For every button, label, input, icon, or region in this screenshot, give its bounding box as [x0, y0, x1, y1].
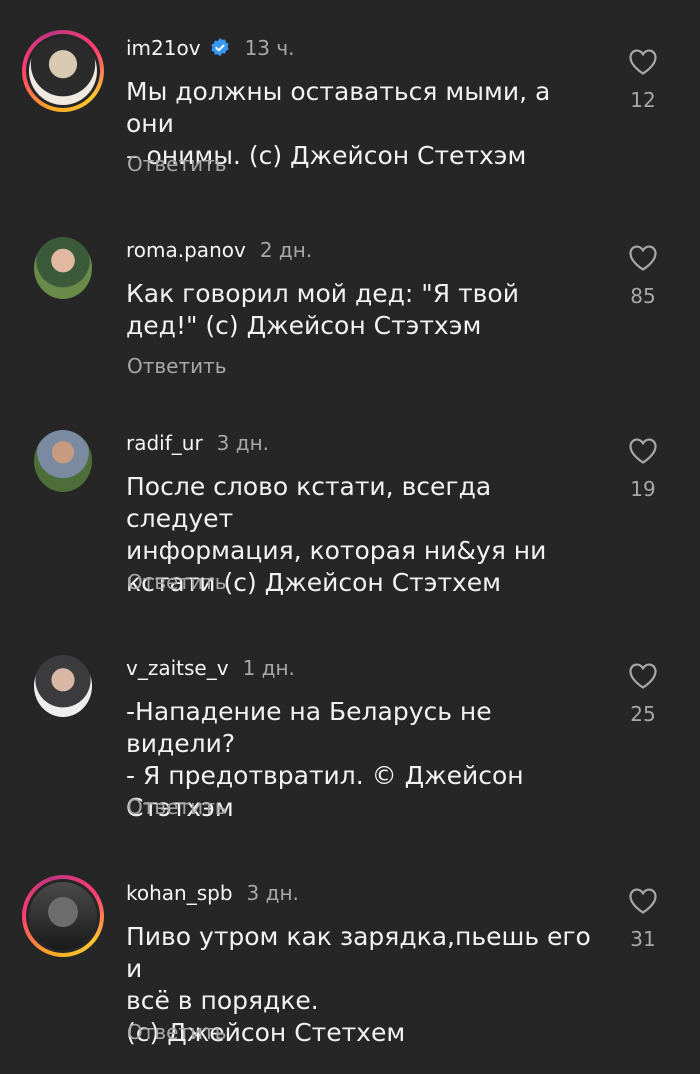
like-count: 25	[630, 702, 656, 726]
comment-meta: im21ov 13 ч.	[126, 36, 295, 60]
comment-meta: kohan_spb 3 дн.	[126, 881, 299, 905]
reply-button[interactable]: Ответить	[127, 1020, 227, 1044]
comment-meta: radif_ur 3 дн.	[126, 431, 269, 455]
username[interactable]: radif_ur	[126, 431, 203, 455]
heart-icon[interactable]	[628, 437, 658, 465]
username[interactable]: roma.panov	[126, 238, 246, 262]
like-count: 12	[630, 88, 656, 112]
avatar-story-ring[interactable]	[22, 30, 104, 112]
comment-text: Как говорил мой дед: "Я твой дед!" (с) Д…	[126, 279, 519, 340]
avatar-wrap[interactable]	[27, 425, 99, 497]
avatar	[29, 37, 97, 105]
avatar-wrap[interactable]	[27, 650, 99, 722]
heart-icon[interactable]	[628, 48, 658, 76]
avatar-wrap[interactable]	[27, 232, 99, 304]
heart-icon[interactable]	[628, 244, 658, 272]
avatar	[34, 430, 92, 492]
reply-button[interactable]: Ответить	[127, 152, 227, 176]
comment-meta: roma.panov 2 дн.	[126, 238, 312, 262]
username[interactable]: im21ov	[126, 36, 201, 60]
avatar-story-ring[interactable]	[22, 875, 104, 957]
comment-meta: v_zaitse_v 1 дн.	[126, 656, 295, 680]
like-count: 19	[630, 477, 656, 501]
avatar	[34, 655, 92, 717]
comment-time: 13 ч.	[244, 36, 295, 60]
username[interactable]: v_zaitse_v	[126, 656, 229, 680]
heart-icon[interactable]	[628, 662, 658, 690]
avatar	[29, 882, 97, 950]
username[interactable]: kohan_spb	[126, 881, 233, 905]
comment-time: 3 дн.	[246, 881, 299, 905]
verified-badge-icon	[210, 37, 229, 57]
comment-time: 1 дн.	[242, 656, 295, 680]
reply-button[interactable]: Ответить	[127, 354, 227, 378]
reply-button[interactable]: Ответить	[127, 795, 227, 819]
like-count: 85	[630, 284, 656, 308]
avatar	[34, 237, 92, 299]
comment-time: 2 дн.	[259, 238, 313, 262]
reply-button[interactable]: Ответить	[127, 570, 227, 594]
like-count: 31	[630, 927, 656, 951]
comment-time: 3 дн.	[216, 431, 270, 455]
heart-icon[interactable]	[628, 887, 658, 915]
